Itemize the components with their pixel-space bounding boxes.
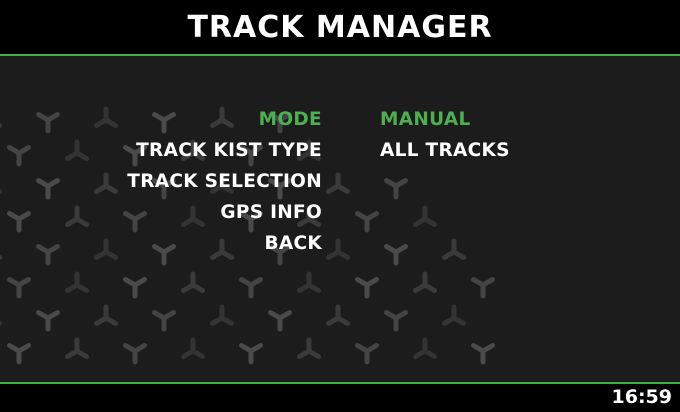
menu-item-gps-info[interactable]: GPS INFO <box>0 197 322 228</box>
hex-segment <box>422 348 437 359</box>
hex-segment <box>422 216 437 227</box>
hex-segment <box>190 348 205 359</box>
clock: 16:59 <box>611 386 672 408</box>
mode-value: MANUAL <box>380 109 471 130</box>
hex-segment <box>190 282 205 293</box>
hex-segment <box>74 282 89 293</box>
menu-list: MODE TRACK KIST TYPE TRACK SELECTION GPS… <box>0 104 322 259</box>
footer-bar: 16:59 <box>0 382 680 412</box>
hex-segment <box>451 315 466 326</box>
hex-segment <box>451 249 466 260</box>
hex-segment <box>103 315 118 326</box>
menu-item-mode[interactable]: MODE <box>0 104 322 135</box>
hex-segment <box>219 315 234 326</box>
header-bar: TRACK MANAGER <box>0 0 680 56</box>
track-list-type-value: ALL TRACKS <box>380 140 510 161</box>
menu-item-back[interactable]: BACK <box>0 228 322 259</box>
menu-item-track-list-type[interactable]: TRACK KIST TYPE <box>0 135 322 166</box>
page-title: TRACK MANAGER <box>187 9 493 45</box>
hex-segment <box>74 348 89 359</box>
menu-values: MANUAL ALL TRACKS <box>380 104 510 166</box>
hex-segment <box>335 183 350 194</box>
menu-item-track-selection[interactable]: TRACK SELECTION <box>0 166 322 197</box>
hex-segment <box>422 282 437 293</box>
dashboard-screen: TRACK MANAGER MODE TRACK KIST TYPE TRACK… <box>0 0 680 412</box>
hex-segment <box>335 249 350 260</box>
hex-segment <box>335 315 350 326</box>
hex-segment <box>306 282 321 293</box>
hex-segment <box>306 348 321 359</box>
